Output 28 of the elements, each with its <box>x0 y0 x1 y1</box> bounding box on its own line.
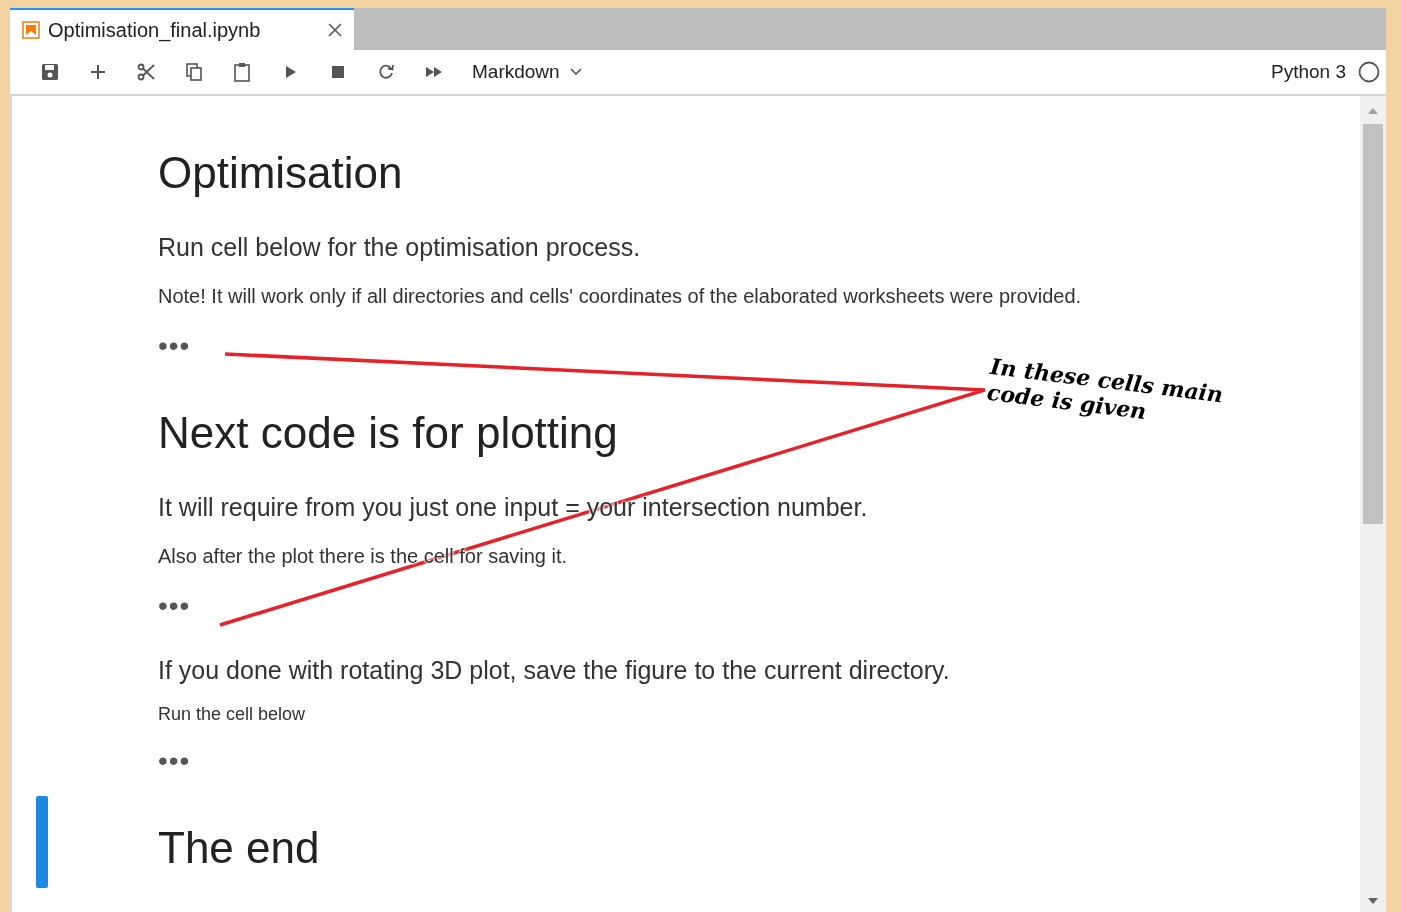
cell-note: Note! It will work only if all directories and cells' coordinates of the elaborated worksheets were provided. <box>158 284 1082 309</box>
notebook-icon <box>22 21 40 39</box>
plus-icon[interactable] <box>88 62 108 82</box>
cell-type-dropdown[interactable]: Markdown <box>472 57 582 87</box>
cell-heading: Next code is for plotting <box>158 407 618 459</box>
chevron-down-icon <box>569 68 582 76</box>
kernel-name: Python 3 <box>1271 59 1346 84</box>
collapsed-cell-ellipsis[interactable]: ••• <box>158 596 191 616</box>
cell-heading: Optimisation <box>158 147 403 199</box>
scrollbar-thumb[interactable] <box>1363 124 1383 524</box>
cell-text: Run cell below for the optimisation process. <box>158 232 641 263</box>
collapsed-cell-ellipsis[interactable]: ••• <box>158 336 191 356</box>
scroll-down-icon[interactable] <box>1368 898 1378 904</box>
annotation-text: In these cells main code is given <box>985 352 1226 427</box>
collapsed-cell-ellipsis[interactable]: ••• <box>158 751 191 771</box>
scissors-icon[interactable] <box>136 62 156 82</box>
clipboard-icon[interactable] <box>232 62 252 82</box>
notebook-tab[interactable]: Optimisation_final.ipynb <box>10 8 354 50</box>
scrollbar[interactable] <box>1360 96 1386 912</box>
save-icon[interactable] <box>40 62 60 82</box>
cell-text: If you done with rotating 3D plot, save the figure to the current directory. <box>158 655 950 686</box>
cell-heading: The end <box>158 822 320 874</box>
copy-icon[interactable] <box>184 62 204 82</box>
tab-title: Optimisation_final.ipynb <box>48 18 262 44</box>
cell-note: Run the cell below <box>158 703 306 725</box>
restart-icon[interactable] <box>376 62 396 82</box>
kernel-status-icon <box>1358 61 1380 83</box>
close-icon[interactable] <box>328 23 342 37</box>
